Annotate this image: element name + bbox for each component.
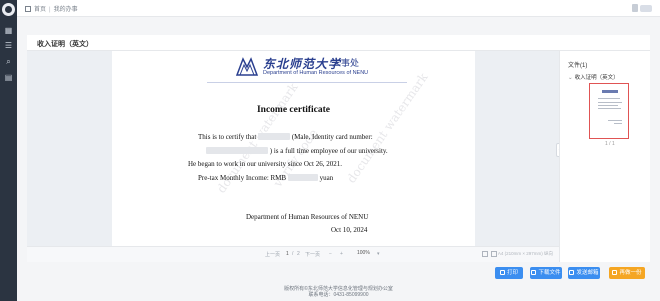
thumbnail-line — [598, 108, 621, 109]
letterhead-dept-en: Department of Human Resources of NENU — [263, 70, 369, 76]
page-total: 2 — [297, 251, 300, 257]
document-toolbar: 上一页 1 / 2 下一页 − + 100% ▾ A4 (210mm × 297… — [27, 246, 559, 262]
app-logo[interactable] — [2, 3, 15, 16]
page-size-label: A4 (210mm × 297mm) 纵向 — [497, 251, 553, 256]
list-icon[interactable]: ☰ — [4, 41, 13, 50]
letterhead-rule — [207, 82, 407, 83]
thumbnail-line — [608, 120, 622, 121]
doc-line-1b: (Male, Identity card number: — [291, 133, 373, 141]
print-button-label: 打印 — [506, 270, 518, 276]
refresh-icon — [612, 270, 618, 275]
user-avatar[interactable] — [640, 5, 652, 12]
document-canvas[interactable]: document watermark verify code document … — [27, 51, 559, 246]
breadcrumb: 首页 | 我的办事 — [25, 4, 78, 13]
print-button[interactable]: 打印 — [495, 267, 523, 279]
zoom-dropdown-icon[interactable]: ▾ — [377, 251, 380, 257]
file-list-item[interactable]: ⌄ 收入证明（英文） — [568, 73, 619, 81]
search-icon[interactable]: ⌕ — [4, 57, 13, 66]
file-list-item-label[interactable]: 收入证明（英文） — [575, 75, 619, 81]
breadcrumb-home-icon — [25, 6, 31, 12]
breadcrumb-separator: | — [49, 7, 51, 13]
redacted-income — [287, 174, 318, 181]
zoom-out-icon[interactable]: − — [329, 251, 332, 257]
download-button-label: 下载文件 — [538, 270, 561, 276]
university-emblem-icon — [235, 57, 259, 76]
apply-again-button-label: 再做一份 — [619, 270, 642, 276]
doc-line-4: Pre-tax Monthly Income: RMB yuan — [198, 174, 333, 182]
doc-line-1: This is to certify that (Male, Identity … — [198, 133, 373, 141]
document-title: Income certificate — [256, 105, 331, 115]
document-viewer: document watermark verify code document … — [27, 51, 650, 262]
doc-line-4a: Pre-tax Monthly Income: RMB — [198, 174, 287, 182]
action-bar: 打印 下载文件 发送邮箱 再做一份 — [27, 262, 650, 284]
footer-phone: 联系电话：0431-85099900 — [308, 292, 369, 298]
printer-icon — [499, 270, 505, 275]
signature-date: Oct 10, 2024 — [331, 226, 368, 234]
doc-line-2-text: ) is a full time employee of our univers… — [269, 147, 388, 155]
thumbnail-line — [598, 102, 622, 103]
page-title-bar: 收入证明（英文） — [27, 35, 650, 51]
notification-icon[interactable] — [632, 4, 638, 12]
chevron-down-icon[interactable]: ⌄ — [568, 75, 573, 81]
doc-line-2: ) is a full time employee of our univers… — [206, 147, 388, 155]
redacted-id — [206, 147, 268, 154]
download-icon — [531, 270, 537, 275]
letterhead-dept-cn: 人事处 — [332, 58, 360, 68]
page-title: 收入证明（英文） — [37, 41, 93, 48]
document-page: document watermark verify code document … — [112, 51, 475, 246]
file-list-title: 文件(1) — [568, 63, 588, 69]
home-icon[interactable]: ▦ — [4, 26, 13, 35]
fit-page-icon[interactable] — [482, 251, 488, 257]
send-email-button-label: 发送邮箱 — [576, 270, 599, 276]
download-button[interactable]: 下载文件 — [530, 267, 562, 279]
page-thumbnail[interactable] — [589, 83, 629, 139]
top-bar: 首页 | 我的办事 — [17, 0, 660, 17]
thumbnail-page — [594, 88, 624, 134]
doc-line-3: He began to work in our university since… — [188, 160, 342, 168]
thumbnail-page-indicator: 1 / 1 — [605, 141, 615, 147]
left-nav-rail: ▦ ☰ ⌕ ▤ — [0, 0, 17, 301]
page-separator: / — [292, 251, 294, 257]
next-page-button[interactable]: 下一页 — [305, 251, 320, 258]
zoom-in-icon[interactable]: + — [340, 251, 343, 257]
page-current[interactable]: 1 — [286, 251, 289, 257]
thumbnail-header — [602, 90, 618, 93]
redacted-name — [258, 133, 291, 140]
apply-again-button[interactable]: 再做一份 — [609, 267, 645, 279]
thumbnail-line — [614, 123, 622, 124]
breadcrumb-home[interactable]: 首页 — [34, 7, 46, 13]
document-icon[interactable]: ▤ — [4, 73, 13, 82]
print-preview-icon[interactable] — [491, 251, 497, 257]
app-root: ▦ ☰ ⌕ ▤ 首页 | 我的办事 收入证明（英文） document waterm… — [0, 0, 660, 301]
footer: 版权所有©东北师范大学信息化管理与规划办公室 联系电话：0431-8509990… — [17, 286, 660, 298]
thumbnail-line — [598, 105, 618, 106]
signature-dept: Department of Human Resources of NENU — [246, 213, 369, 221]
zoom-select[interactable]: 100% — [357, 250, 370, 256]
send-email-button[interactable]: 发送邮箱 — [568, 267, 600, 279]
mail-icon — [569, 270, 575, 275]
thumbnail-line — [598, 98, 620, 99]
doc-line-4b: yuan — [319, 174, 334, 182]
prev-page-button[interactable]: 上一页 — [265, 251, 280, 258]
doc-line-1a: This is to certify that — [198, 133, 257, 141]
letterhead: 东北师范大学 人事处 Department of Human Resources… — [235, 55, 395, 81]
breadcrumb-current[interactable]: 我的办事 — [54, 7, 78, 13]
file-list-panel: 文件(1) ⌄ 收入证明（英文） 1 / 1 — [559, 51, 650, 262]
